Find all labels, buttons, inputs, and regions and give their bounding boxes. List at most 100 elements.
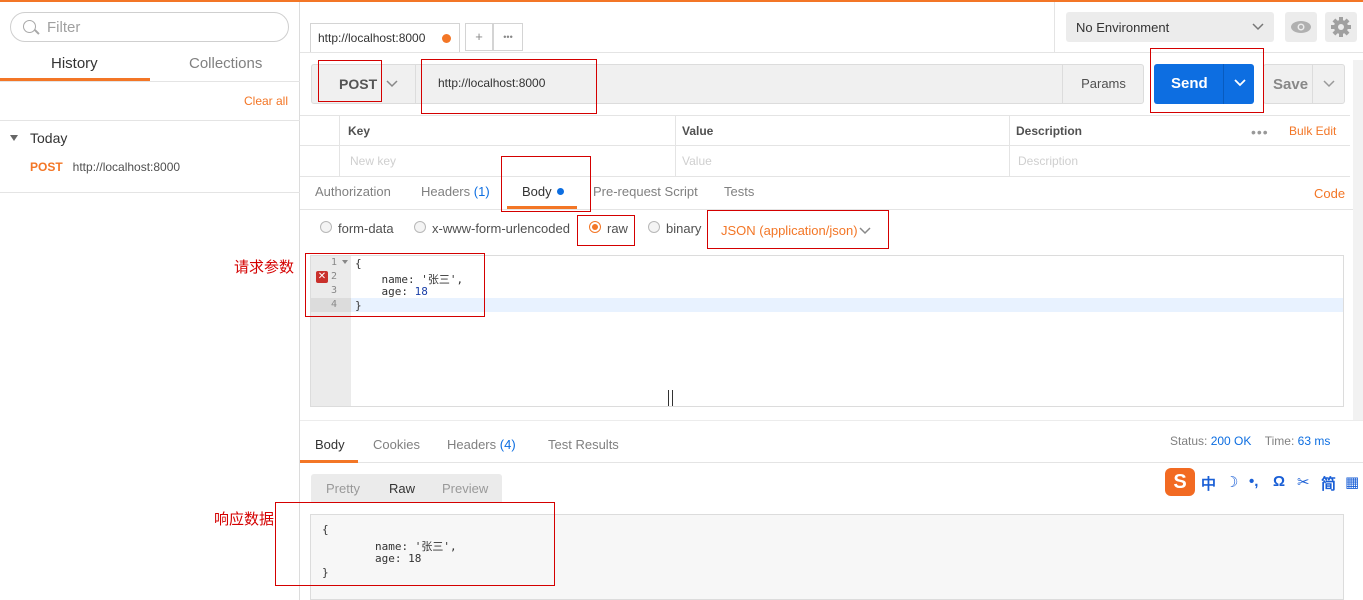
more-icon[interactable]: ••• (1251, 124, 1269, 140)
annotation-box-send (1150, 48, 1264, 113)
divider (0, 120, 300, 121)
response-tab-test-results[interactable]: Test Results (548, 437, 619, 452)
radio-binary[interactable] (648, 221, 660, 233)
ime-symbol-icon[interactable]: Ω (1273, 473, 1285, 490)
time-value: 63 ms (1297, 434, 1331, 448)
tab-more-button[interactable]: ••• (493, 23, 523, 51)
new-description-input[interactable]: Description (1018, 154, 1078, 168)
response-headers-label: Headers (447, 437, 497, 452)
tab-collections[interactable]: Collections (189, 55, 262, 72)
tab-headers-label: Headers (421, 184, 471, 199)
filter-box[interactable] (10, 12, 289, 42)
ime-moon-icon[interactable]: ☽ (1225, 473, 1238, 491)
ime-chinese-icon[interactable]: 中 (1201, 473, 1216, 494)
params-button[interactable]: Params (1062, 64, 1144, 104)
save-label: Save (1273, 76, 1309, 93)
history-item-url: http://localhost:8000 (72, 160, 181, 174)
params-new-row: New key Value Description (300, 146, 1350, 177)
divider (675, 116, 676, 177)
column-header-value: Value (682, 124, 714, 138)
chevron-down-icon[interactable] (386, 78, 398, 90)
radio-label-binary: binary (666, 221, 702, 236)
new-value-input[interactable]: Value (682, 154, 712, 168)
search-icon (23, 20, 36, 33)
ime-punctuation-icon[interactable]: •, (1249, 473, 1258, 490)
request-tabs: Authorization Headers (1) Body Pre-reque… (300, 178, 1363, 210)
response-tab-cookies[interactable]: Cookies (373, 437, 420, 452)
chevron-down-icon[interactable] (1322, 77, 1336, 91)
scrollbar[interactable] (1353, 60, 1363, 420)
tab-headers[interactable]: Headers (1) (421, 184, 490, 199)
chevron-down-icon (1252, 23, 1264, 31)
filter-input[interactable] (47, 18, 277, 36)
environment-select[interactable]: No Environment (1066, 12, 1274, 42)
caret-down-icon (10, 135, 18, 141)
radio-form-data[interactable] (320, 221, 332, 233)
response-tab-headers[interactable]: Headers (4) (447, 437, 516, 452)
tab-prerequest-script[interactable]: Pre-request Script (593, 184, 698, 199)
divider (1312, 65, 1313, 103)
divider (415, 64, 416, 104)
params-table: Key Value Description ••• Bulk Edit New … (300, 115, 1350, 178)
tab-tests[interactable]: Tests (724, 184, 754, 199)
history-group-today[interactable]: Today (10, 130, 67, 146)
annotation-response-data: 响应数据 (214, 510, 275, 528)
gear-icon (1331, 17, 1351, 37)
radio-urlencoded[interactable] (414, 221, 426, 233)
status-value: 200 OK (1210, 434, 1252, 448)
divider (339, 116, 340, 177)
format-preview[interactable]: Preview (442, 481, 488, 496)
active-tab-underline (0, 78, 150, 81)
ime-simplified-icon[interactable]: 简 (1321, 473, 1336, 494)
annotation-box-body-tab (501, 156, 591, 212)
ime-toolbar[interactable]: S 中 ☽ •, Ω ✂ 简 ▦ (1165, 466, 1363, 498)
ime-tools-icon[interactable]: ✂ (1297, 473, 1310, 491)
sidebar-tabs: History Collections (0, 52, 300, 82)
params-header-row: Key Value Description ••• Bulk Edit (300, 116, 1350, 146)
sogou-logo: S (1165, 468, 1195, 496)
response-headers-count: (4) (499, 437, 516, 452)
column-header-key: Key (348, 124, 371, 138)
response-tab-body[interactable]: Body (315, 437, 345, 452)
annotation-box-method (318, 60, 382, 102)
annotation-box-response-data (275, 502, 555, 586)
eye-icon (1291, 21, 1311, 33)
environment-label: No Environment (1076, 20, 1170, 35)
divider (1054, 2, 1055, 52)
response-tabs: Body Cookies Headers (4) Test Results St… (300, 430, 1363, 463)
text-cursor-icon (668, 390, 673, 406)
request-tab[interactable]: http://localhost:8000 (310, 23, 460, 52)
divider (0, 192, 300, 193)
radio-label-form-data: form-data (338, 221, 394, 236)
ime-grid-icon[interactable]: ▦ (1345, 473, 1359, 491)
annotation-request-params: 请求参数 (234, 258, 295, 276)
divider (1009, 116, 1010, 177)
time-label: Time: (1264, 434, 1295, 448)
divider (300, 420, 1363, 421)
add-tab-button[interactable]: + (465, 23, 493, 51)
clear-all-link[interactable]: Clear all (244, 94, 288, 108)
tab-history[interactable]: History (51, 55, 98, 72)
response-format-tabs: Pretty Raw Preview (311, 474, 502, 503)
annotation-box-request-params (305, 253, 485, 317)
bulk-edit-link[interactable]: Bulk Edit (1289, 124, 1336, 138)
new-key-input[interactable]: New key (350, 154, 396, 168)
settings-button[interactable] (1325, 12, 1357, 42)
history-item-method: POST (30, 160, 63, 174)
environment-quick-look-button[interactable] (1285, 12, 1317, 42)
format-raw[interactable]: Raw (389, 481, 415, 496)
unsaved-dot (442, 34, 451, 43)
code-link[interactable]: Code (1314, 186, 1345, 201)
group-label: Today (30, 130, 68, 146)
history-item[interactable]: POST http://localhost:8000 (30, 160, 180, 174)
radio-label-urlencoded: x-www-form-urlencoded (432, 221, 570, 236)
annotation-box-content-type (707, 210, 889, 249)
annotation-box-raw (577, 215, 635, 246)
tab-authorization[interactable]: Authorization (315, 184, 391, 199)
request-tab-title: http://localhost:8000 (318, 31, 426, 45)
headers-count: (1) (473, 184, 490, 199)
column-header-description: Description (1016, 124, 1083, 138)
status-label: Status: (1170, 434, 1208, 448)
format-pretty[interactable]: Pretty (326, 481, 360, 496)
save-button[interactable]: Save (1263, 64, 1345, 104)
